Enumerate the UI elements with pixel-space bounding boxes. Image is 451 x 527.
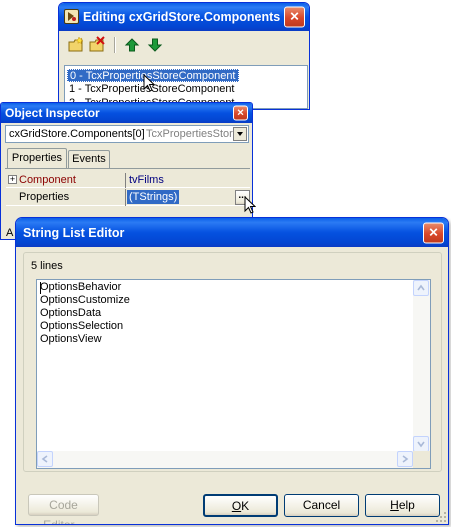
new-item-button[interactable]: [67, 36, 85, 54]
tab-events[interactable]: Events: [68, 150, 110, 168]
line-count-label: 5 lines: [31, 260, 63, 272]
components-editor-title: Editing cxGridStore.Components: [83, 10, 281, 24]
arrow-up-icon: [124, 38, 140, 52]
memo-lines: OptionsBehavior OptionsCustomize Options…: [40, 281, 130, 346]
components-editor-window: Editing cxGridStore.Components ✕ 0 - Tcx…: [58, 2, 310, 110]
help-button[interactable]: Help: [365, 494, 440, 517]
string-list-editor-title: String List Editor: [23, 225, 125, 240]
components-toolbar: [63, 34, 163, 56]
mouse-cursor-icon: [244, 196, 256, 214]
object-inspector-title: Object Inspector: [5, 106, 100, 120]
list-item: OptionsBehavior: [40, 281, 122, 293]
property-row-component[interactable]: + Component tvFilms: [6, 173, 250, 188]
object-selector-name: cxGridStore.Components[0]: [9, 128, 145, 140]
object-selector-type: TcxPropertiesStore: [146, 128, 239, 140]
delphi-app-icon: [64, 9, 79, 24]
code-editor-button[interactable]: Code Editor...: [28, 494, 99, 524]
close-icon: ✕: [428, 225, 439, 239]
vertical-scrollbar[interactable]: [413, 280, 430, 452]
arrow-down-icon: [147, 38, 163, 52]
chevron-down-icon: [417, 441, 425, 448]
chevron-right-icon: [402, 455, 409, 463]
close-icon: ✕: [236, 107, 245, 118]
list-item: OptionsSelection: [40, 320, 124, 332]
inspector-status-fragment: A: [6, 227, 14, 239]
delete-item-button[interactable]: [88, 36, 106, 54]
scroll-down-button[interactable]: [413, 436, 429, 452]
property-name: Component: [19, 174, 76, 186]
chevron-left-icon: [41, 455, 48, 463]
combo-dropdown-button[interactable]: [233, 127, 247, 141]
tab-properties[interactable]: Properties: [7, 148, 67, 168]
string-list-editor-titlebar[interactable]: String List Editor ✕: [16, 218, 448, 247]
tab-baseline: [5, 168, 250, 169]
chevron-down-icon: [237, 132, 243, 136]
string-list-memo[interactable]: OptionsBehavior OptionsCustomize Options…: [36, 279, 431, 469]
property-value-selected[interactable]: (TStrings): [127, 190, 180, 204]
close-icon: ✕: [289, 9, 300, 24]
property-value: tvFilms: [129, 174, 164, 186]
components-editor-close-button[interactable]: ✕: [284, 6, 305, 28]
ok-button[interactable]: OK: [203, 494, 278, 517]
list-item: OptionsView: [40, 333, 102, 345]
toolbar-separator: [114, 37, 116, 53]
chevron-up-icon: [417, 284, 425, 291]
property-divider: [125, 173, 126, 188]
new-item-icon: [68, 36, 84, 52]
move-up-button[interactable]: [124, 37, 140, 53]
string-list-group: 5 lines OptionsBehavior OptionsCustomize…: [23, 252, 442, 472]
scroll-left-button[interactable]: [37, 451, 53, 467]
resize-grip-icon[interactable]: [435, 511, 447, 523]
cancel-button[interactable]: Cancel: [284, 494, 359, 517]
scroll-up-button[interactable]: [413, 280, 429, 296]
string-list-editor-window: String List Editor ✕ 5 lines OptionsBeha…: [15, 217, 449, 525]
scroll-right-button[interactable]: [397, 451, 413, 467]
text-caret: [40, 282, 41, 294]
components-editor-titlebar[interactable]: Editing cxGridStore.Components ✕: [59, 3, 309, 31]
move-down-button[interactable]: [147, 37, 163, 53]
scrollbar-corner: [413, 451, 430, 468]
property-name: Properties: [19, 191, 70, 203]
string-list-editor-close-button[interactable]: ✕: [423, 222, 444, 243]
horizontal-scrollbar[interactable]: [37, 451, 413, 468]
property-grid: + Component tvFilms Properties (TStrings…: [6, 173, 250, 223]
object-inspector-titlebar[interactable]: Object Inspector ✕: [1, 103, 252, 123]
list-item: OptionsData: [40, 307, 102, 319]
object-selector-combo[interactable]: cxGridStore.Components[0] TcxPropertiesS…: [5, 125, 249, 143]
property-divider: [125, 189, 126, 206]
property-row-properties[interactable]: Properties (TStrings) ...: [6, 189, 250, 206]
delete-item-icon: [89, 36, 105, 52]
list-item: OptionsCustomize: [40, 294, 130, 306]
expand-icon[interactable]: +: [8, 175, 17, 184]
mouse-cursor-icon: [143, 74, 155, 92]
object-inspector-close-button[interactable]: ✕: [233, 105, 248, 121]
